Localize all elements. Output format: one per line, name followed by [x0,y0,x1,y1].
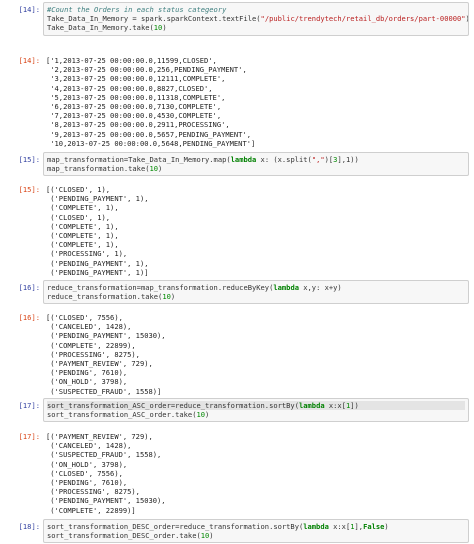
code-line: ['1,2013-07-25 00:00:00.0,11599,CLOSED', [46,56,217,65]
code-line[interactable]: Take_Data_In_Memory.take(10) [47,23,465,32]
code-line: ('CANCELED', 1428), [46,441,132,451]
code-line: '10,2013-07-25 00:00:00.0,5648,PENDING_P… [46,138,256,148]
code-line: [('CLOSED', 1), [46,185,111,194]
code-line: ('SUSPECTED_FRAUD', 1558), [46,450,162,460]
input-prompt: [17]: [18,401,40,410]
code-line: ('PENDING_PAYMENT', 1), [46,194,149,204]
output-text: [('CLOSED', 1), ('PENDING_PAYMENT', 1), … [43,183,474,279]
output-prompt: [14]: [18,56,40,65]
code-line: ('PENDING', 7610), [46,368,128,378]
code-line: '7,2013-07-25 00:00:00.0,4530,COMPLETE', [46,111,222,121]
code-line: ('ON_HOLD', 3798), [46,377,128,387]
output-text: [('PAYMENT_REVIEW', 729), ('CANCELED', 1… [43,430,474,517]
code-line: ('PENDING_PAYMENT', 1), [46,258,149,268]
code-line: '4,2013-07-25 00:00:00.0,8827,CLOSED', [46,83,213,93]
code-line[interactable]: sort_transformation_ASC_order.take(10) [47,410,465,419]
code-line: [('CLOSED', 7556), [46,313,123,322]
code-line: ('ON_HOLD', 3798), [46,459,128,469]
code-line: ('CLOSED', 7556), [46,468,123,478]
code-line: '6,2013-07-25 00:00:00.0,7130,COMPLETE', [46,101,222,111]
code-line: ('PENDING_PAYMENT', 15030), [46,496,166,506]
output-prompt: [17]: [18,432,40,441]
code-editor[interactable]: reduce_transformation=map_transformation… [43,280,469,305]
input-prompt: [16]: [18,283,40,292]
code-line: ('COMPLETE', 1), [46,221,119,231]
input-prompt: [15]: [18,155,40,164]
code-line: ('PENDING_PAYMENT', 1)] [46,267,149,277]
code-line: '8,2013-07-25 00:00:00.0,2911,PROCESSING… [46,120,230,130]
code-line: ('PENDING', 7610), [46,477,128,487]
code-line: ('PROCESSING', 8275), [46,487,140,497]
code-line: ('PENDING_PAYMENT', 15030), [46,331,166,341]
code-line[interactable]: map_transformation.take(10) [47,164,465,173]
code-line: ('COMPLETE', 1), [46,240,119,250]
code-line: ('COMPLETE', 1), [46,230,119,240]
code-line: ('COMPLETE', 1), [46,203,119,213]
code-line: ('COMPLETE', 22899), [46,340,136,350]
code-line: '5,2013-07-25 00:00:00.0,11318,COMPLETE'… [46,92,226,102]
code-line: '2,2013-07-25 00:00:00.0,256,PENDING_PAY… [46,65,247,75]
code-editor[interactable]: sort_transformation_DESC_order=reduce_tr… [43,519,469,544]
code-line: ('SUSPECTED_FRAUD', 1558)] [46,386,162,396]
code-line[interactable]: reduce_transformation.take(10) [47,292,465,301]
output-prompt: [15]: [18,185,40,194]
code-line: ('PROCESSING', 1), [46,249,128,259]
code-line: '9,2013-07-25 00:00:00.0,5657,PENDING_PA… [46,129,251,139]
output-prompt: [16]: [18,313,40,322]
code-line[interactable]: #Count the Orders in each status categeo… [47,5,465,14]
code-line[interactable]: sort_transformation_DESC_order=reduce_tr… [47,522,465,531]
code-editor[interactable]: map_transformation=Take_Data_In_Memory.m… [43,152,469,177]
output-text: [('CLOSED', 7556), ('CANCELED', 1428), (… [43,311,474,398]
code-line: [('PAYMENT_REVIEW', 729), [46,432,153,441]
code-line[interactable]: sort_transformation_DESC_order.take(10) [47,531,465,540]
code-line: ('PAYMENT_REVIEW', 729), [46,358,153,368]
code-editor[interactable]: #Count the Orders in each status categeo… [43,2,469,36]
input-prompt: [14]: [18,5,40,14]
code-line[interactable]: sort_transformation_ASC_order=reduce_tra… [47,401,465,411]
code-line: '3,2013-07-25 00:00:00.0,12111,COMPLETE'… [46,74,226,84]
output-text: ['1,2013-07-25 00:00:00.0,11599,CLOSED',… [43,54,474,150]
code-line: ('PROCESSING', 8275), [46,349,140,359]
code-line: ('CANCELED', 1428), [46,322,132,332]
code-line[interactable]: reduce_transformation=map_transformation… [47,283,465,292]
code-line[interactable]: map_transformation=Take_Data_In_Memory.m… [47,155,465,164]
code-line: ('COMPLETE', 22899)] [46,505,136,515]
code-line[interactable]: Take_Data_In_Memory = spark.sparkContext… [47,14,468,23]
code-editor[interactable]: sort_transformation_ASC_order=reduce_tra… [43,398,469,423]
input-prompt: [18]: [18,522,40,531]
code-line: ('CLOSED', 1), [46,212,111,222]
